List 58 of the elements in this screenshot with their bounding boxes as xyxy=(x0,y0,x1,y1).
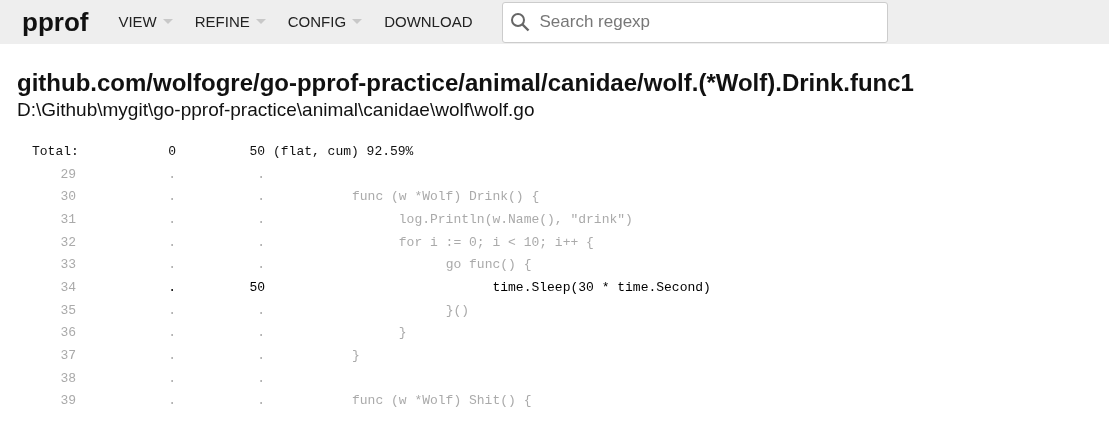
flat-value: . xyxy=(167,392,176,411)
cum-value: . xyxy=(256,301,265,320)
source-code: }() xyxy=(444,301,470,320)
file-path: D:\Github\mygit\go-pprof-practice\animal\canidae\wolf\wolf.go xyxy=(17,98,536,122)
source-code: for i := 0; i < 10; i++ { xyxy=(397,233,594,252)
source-code: func (w *Wolf) Drink() { xyxy=(352,188,540,207)
flat-value: . xyxy=(167,347,176,366)
caret-icon xyxy=(352,19,363,25)
total-label: Total: xyxy=(32,142,76,161)
flat-value: . xyxy=(167,165,176,184)
line-number: 30 xyxy=(59,188,76,207)
source-code: } xyxy=(397,324,407,343)
caret-icon xyxy=(255,19,266,25)
source-code: log.Println(w.Name(), "drink") xyxy=(397,210,633,229)
cum-value: . xyxy=(256,233,265,252)
cum-value: . xyxy=(256,369,265,388)
cum-value: . xyxy=(256,256,265,275)
menu-button[interactable]: DOWNLOAD xyxy=(384,0,473,44)
line-number: 29 xyxy=(59,165,76,184)
cum-value: . xyxy=(256,392,265,411)
line-number: 39 xyxy=(59,392,76,411)
flat-value: . xyxy=(167,210,176,229)
line-number: 37 xyxy=(59,347,76,366)
cum-value: . xyxy=(256,165,265,184)
cum-value: 50 xyxy=(248,142,265,161)
function-title: github.com/wolfogre/go-pprof-practice/animal/canidae/wolf.(*Wolf).Drink.func1 xyxy=(17,68,915,98)
flat-value: . xyxy=(167,188,176,207)
flat-value: . xyxy=(167,301,176,320)
flat-value: . xyxy=(167,233,176,252)
menu-button[interactable]: CONFIG xyxy=(287,0,363,44)
app-logo: pprof xyxy=(22,9,89,35)
cum-value: . xyxy=(256,347,265,366)
line-number: 36 xyxy=(59,324,76,343)
caret-icon xyxy=(162,19,173,25)
cum-value: . xyxy=(256,324,265,343)
source-code: go func() { xyxy=(444,256,532,275)
line-number: 33 xyxy=(59,256,76,275)
line-number: 34 xyxy=(59,279,76,298)
flat-value: 0 xyxy=(167,142,176,161)
menu-button[interactable]: VIEW xyxy=(118,0,173,44)
flat-value: . xyxy=(167,369,176,388)
source-code: func (w *Wolf) Shit() { xyxy=(352,392,532,411)
cum-value: . xyxy=(256,188,265,207)
search-icon xyxy=(510,11,531,32)
line-number: 38 xyxy=(59,369,76,388)
flat-value: . xyxy=(167,256,176,275)
total-summary: (flat, cum) 92.59% xyxy=(273,142,414,161)
menu-button[interactable]: REFINE xyxy=(194,0,266,44)
line-number: 35 xyxy=(59,301,76,320)
flat-value: . xyxy=(167,279,176,298)
cum-value: 50 xyxy=(248,279,265,298)
search-field[interactable]: Search regexp xyxy=(502,1,889,43)
cum-value: . xyxy=(256,210,265,229)
source-code: time.Sleep(30 * time.Second) xyxy=(491,279,711,298)
flat-value: . xyxy=(167,324,176,343)
source-code: } xyxy=(352,347,360,366)
line-number: 31 xyxy=(59,210,76,229)
line-number: 32 xyxy=(59,233,76,252)
